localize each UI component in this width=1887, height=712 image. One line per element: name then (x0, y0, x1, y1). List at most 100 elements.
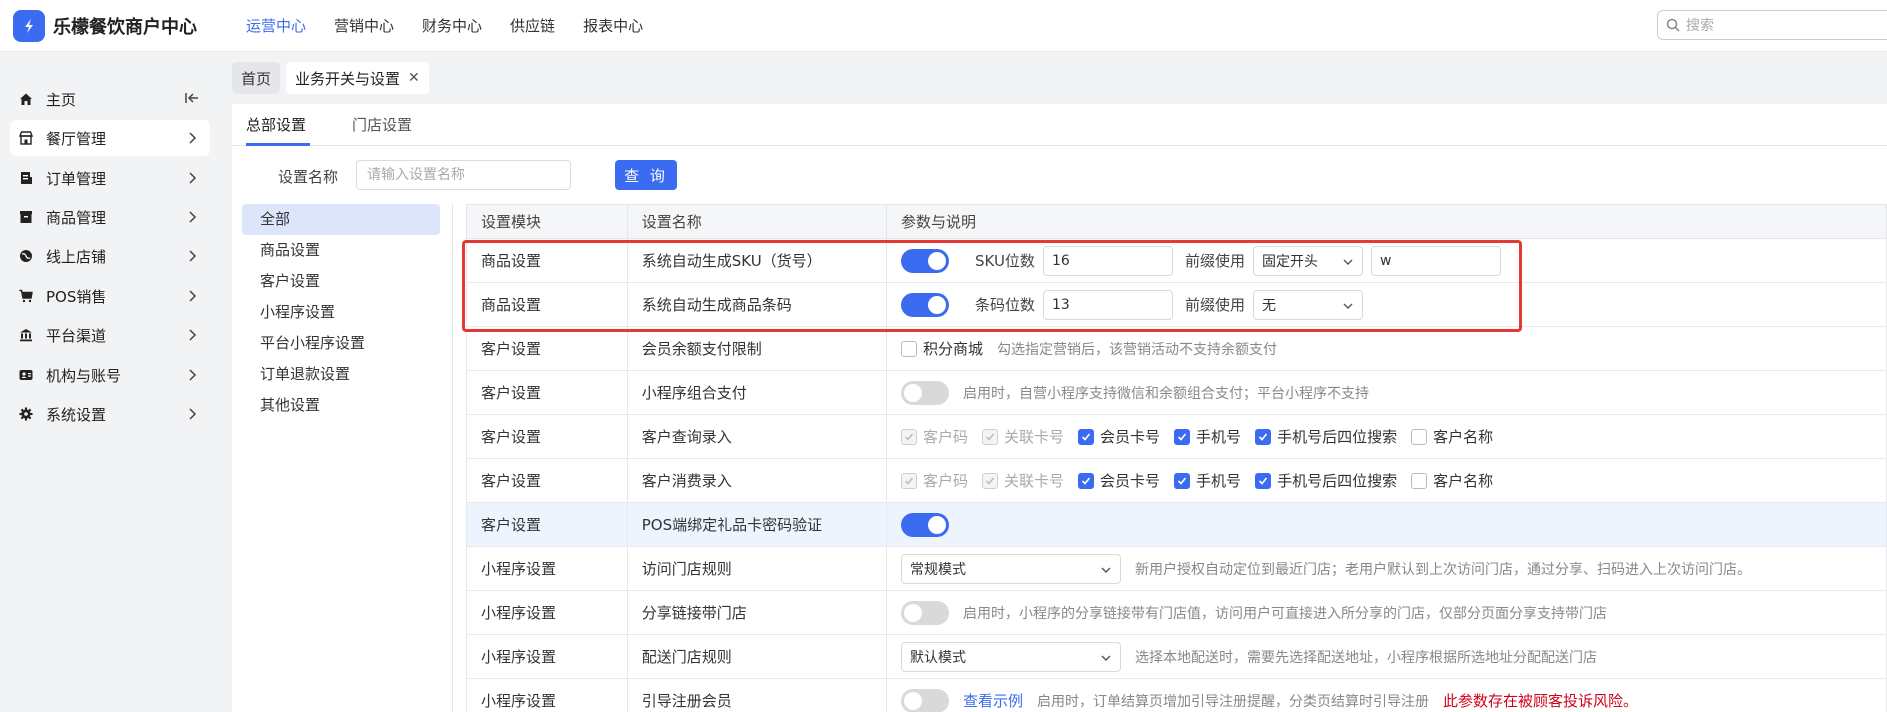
search-input[interactable]: 搜索 (1657, 10, 1887, 40)
filter-label: 设置名称 (278, 168, 339, 186)
toggle-switch[interactable] (901, 512, 949, 537)
subtab-store-settings[interactable]: 门店设置 (352, 114, 412, 135)
active-subtab-indicator (246, 143, 310, 146)
toggle-switch[interactable] (901, 292, 949, 317)
customer-name-checkbox[interactable]: 客户名称 (1411, 470, 1493, 491)
search-icon (1666, 18, 1680, 32)
cell-name: 配送门店规则 (626, 634, 888, 679)
checkbox-label: 关联卡号 (1004, 472, 1065, 490)
checkbox-box (1174, 472, 1191, 489)
topnav-operations[interactable]: 运营中心 (232, 0, 320, 52)
toggle-switch[interactable] (901, 380, 949, 405)
customer-code-checkbox: 客户码 (901, 470, 968, 491)
subtab-hq-settings[interactable]: 总部设置 (246, 114, 306, 135)
checkbox-label: 客户名称 (1433, 428, 1494, 446)
linked-card-checkbox: 关联卡号 (982, 426, 1064, 447)
toggle-switch[interactable] (901, 600, 949, 625)
sidebar-item-system-settings[interactable]: 系统设置 (10, 396, 210, 432)
category-order-refund[interactable]: 订单退款设置 (242, 359, 440, 390)
prefix-label: 前缀使用 (1185, 296, 1246, 314)
chevron-down-icon (1343, 303, 1353, 309)
sidebar-item-orders[interactable]: 订单管理 (10, 160, 210, 196)
setting-name-input[interactable] (356, 160, 571, 190)
tab-business-settings[interactable]: 业务开关与设置 ✕ (286, 62, 429, 94)
chevron-right-icon (184, 170, 200, 186)
gear-icon (18, 406, 34, 422)
toggle-switch[interactable] (901, 688, 949, 712)
sidebar-item-label: 主页 (46, 90, 77, 109)
param-description: 选择本地配送时，需要先选择配送地址，小程序根据所选地址分配配送门店 (1135, 649, 1597, 666)
topnav-marketing[interactable]: 营销中心 (320, 0, 408, 52)
cell-params (886, 502, 1887, 547)
phone-checkbox[interactable]: 手机号 (1174, 426, 1241, 447)
sku-digits-label: SKU位数 (975, 252, 1035, 270)
topnav-supply-chain[interactable]: 供应链 (496, 0, 569, 52)
prefix-select[interactable]: 无 (1253, 289, 1364, 320)
store-access-rule-select[interactable]: 常规模式 (901, 553, 1121, 584)
topnav-finance[interactable]: 财务中心 (408, 0, 496, 52)
collapse-sidebar-icon[interactable] (184, 90, 200, 106)
customer-name-checkbox[interactable]: 客户名称 (1411, 426, 1493, 447)
cell-module: 商品设置 (466, 238, 628, 283)
category-other[interactable]: 其他设置 (242, 390, 440, 421)
checkbox-label: 客户名称 (1433, 472, 1494, 490)
prefix-select-value: 无 (1262, 297, 1277, 314)
cell-params: SKU位数 16 前缀使用 固定开头 w (886, 238, 1887, 283)
cell-module: 商品设置 (466, 282, 628, 327)
checkbox-box (1411, 472, 1428, 489)
search-placeholder: 搜索 (1686, 18, 1714, 34)
checkbox-box (1078, 472, 1095, 489)
sidebar-item-restaurant[interactable]: 餐厅管理 (10, 120, 210, 156)
topnav-reports[interactable]: 报表中心 (569, 0, 657, 52)
phone-last4-checkbox[interactable]: 手机号后四位搜索 (1255, 470, 1397, 491)
chevron-right-icon (184, 248, 200, 264)
table-row: 客户设置 会员余额支付限制 积分商城 勾选指定营销后，该营销活动不支持余额支付 (466, 326, 1887, 371)
category-all[interactable]: 全部 (242, 204, 440, 235)
chevron-down-icon (1101, 655, 1111, 661)
settings-subtabs: 总部设置 门店设置 (232, 104, 1887, 146)
prefix-select[interactable]: 固定开头 (1252, 245, 1363, 276)
sidebar-item-home[interactable]: 主页 (10, 81, 210, 117)
box-icon (18, 209, 34, 225)
app-title: 乐檬餐饮商户中心 (53, 16, 197, 38)
close-icon[interactable]: ✕ (408, 70, 420, 86)
category-product[interactable]: 商品设置 (242, 235, 440, 266)
sku-digits-input[interactable]: 16 (1042, 245, 1173, 276)
view-example-link[interactable]: 查看示例 (963, 690, 1023, 711)
risk-warning: 此参数存在被顾客投诉风险。 (1443, 692, 1639, 710)
barcode-digits-input[interactable]: 13 (1043, 289, 1174, 320)
receipt-icon (18, 170, 34, 186)
sidebar-item-pos-sales[interactable]: POS销售 (10, 278, 210, 314)
cell-params: 客户码 关联卡号 会员卡号 手机号 手机号后四位搜索 客户名称 (886, 458, 1887, 503)
sidebar-item-online-store[interactable]: 线上店铺 (10, 238, 210, 274)
table-row: 商品设置 系统自动生成商品条码 条码位数 13 前缀使用 无 (466, 282, 1887, 327)
chevron-right-icon (184, 406, 200, 422)
query-button[interactable]: 查 询 (615, 160, 677, 190)
header-name: 设置名称 (626, 204, 888, 239)
cell-name: 系统自动生成SKU（货号） (626, 238, 888, 283)
category-miniprogram[interactable]: 小程序设置 (242, 297, 440, 328)
cell-name: 小程序组合支付 (626, 370, 888, 415)
points-mall-checkbox[interactable]: 积分商城 (901, 338, 983, 359)
cell-params: 常规模式 新用户授权自动定位到最近门店；老用户默认到上次访问门店，通过分享、扫码… (886, 546, 1887, 591)
category-platform-miniprogram[interactable]: 平台小程序设置 (242, 328, 440, 359)
tab-home[interactable]: 首页 (232, 62, 281, 94)
phone-checkbox[interactable]: 手机号 (1174, 470, 1241, 491)
delivery-store-rule-select[interactable]: 默认模式 (901, 641, 1121, 672)
bank-icon (18, 327, 34, 343)
cell-name: 系统自动生成商品条码 (626, 282, 888, 327)
phone-last4-checkbox[interactable]: 手机号后四位搜索 (1255, 426, 1397, 447)
sidebar-item-label: 订单管理 (46, 169, 107, 188)
toggle-switch[interactable] (901, 248, 949, 273)
prefix-value-input[interactable]: w (1370, 245, 1501, 276)
sidebar-item-platform-channel[interactable]: 平台渠道 (10, 317, 210, 353)
sidebar-item-org-accounts[interactable]: 机构与账号 (10, 357, 210, 393)
sidebar-item-products[interactable]: 商品管理 (10, 199, 210, 235)
cell-params: 查看示例 启用时，订单结算页增加引导注册提醒，分类页结算时引导注册 此参数存在被… (886, 678, 1887, 712)
param-description: 新用户授权自动定位到最近门店；老用户默认到上次访问门店，通过分享、扫码进入上次访… (1135, 561, 1751, 578)
member-card-checkbox[interactable]: 会员卡号 (1078, 470, 1160, 491)
sidebar: 主页 餐厅管理 订单管理 商品管理 线上店铺 POS销售 平台渠道 机构与账号 (0, 52, 218, 712)
category-customer[interactable]: 客户设置 (242, 266, 440, 297)
member-card-checkbox[interactable]: 会员卡号 (1078, 426, 1160, 447)
logo[interactable]: 乐檬餐饮商户中心 (0, 9, 232, 42)
